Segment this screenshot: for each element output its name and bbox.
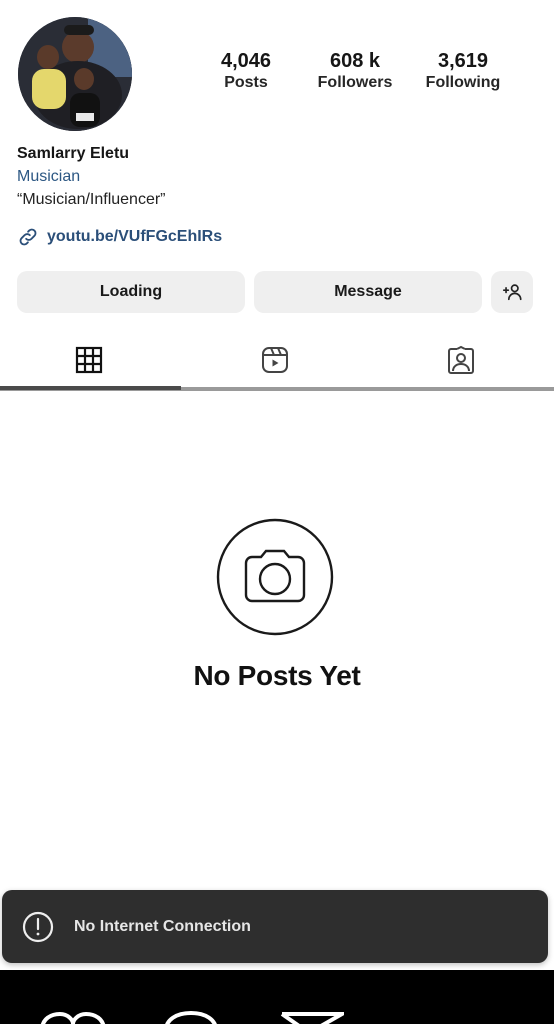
posts-count: 4,046 [220, 50, 272, 72]
suggested-users-button[interactable] [491, 271, 533, 313]
follow-loading-button[interactable]: Loading [17, 271, 245, 313]
active-tab-indicator [0, 386, 181, 390]
grid-icon [75, 346, 103, 374]
stat-followers[interactable]: 608 k Followers [310, 50, 400, 94]
share-icon[interactable] [280, 1010, 344, 1024]
tab-tagged[interactable] [445, 344, 477, 376]
followers-count: 608 k [329, 50, 381, 72]
profile-tabs [0, 336, 554, 392]
profile-avatar[interactable] [18, 17, 132, 131]
reels-icon [262, 347, 288, 373]
heart-icon[interactable] [38, 1010, 108, 1024]
alert-circle-icon [22, 911, 54, 942]
following-label: Following [425, 74, 501, 91]
add-person-icon [502, 284, 522, 301]
profile-bio: Samlarry Eletu Musician “Musician/Influe… [17, 143, 166, 211]
profile-link[interactable]: youtu.be/VUfFGcEhIRs [17, 226, 222, 248]
avatar-photo [18, 17, 132, 131]
profile-name: Samlarry Eletu [17, 145, 130, 162]
message-button[interactable]: Message [254, 271, 482, 313]
toast-message: No Internet Connection [74, 917, 251, 935]
profile-link-text: youtu.be/VUfFGcEhIRs [47, 228, 223, 245]
stat-posts[interactable]: 4,046 Posts [214, 50, 278, 94]
camera-icon [216, 518, 334, 636]
empty-state-icon [216, 518, 334, 636]
posts-label: Posts [224, 74, 268, 91]
stat-following[interactable]: 3,619 Following [420, 50, 506, 94]
link-icon [19, 228, 37, 246]
no-internet-toast[interactable]: No Internet Connection [2, 890, 548, 963]
bottom-action-bar [0, 970, 554, 1024]
profile-category: Musician [17, 168, 81, 185]
profile-tagline: “Musician/Influencer” [17, 191, 166, 208]
empty-state-title: No Posts Yet [193, 660, 361, 691]
tab-reels[interactable] [259, 344, 291, 376]
tab-posts[interactable] [73, 344, 105, 376]
following-count: 3,619 [437, 50, 489, 72]
followers-label: Followers [317, 74, 393, 91]
tagged-person-icon [448, 345, 474, 374]
comment-icon[interactable] [162, 1010, 220, 1024]
